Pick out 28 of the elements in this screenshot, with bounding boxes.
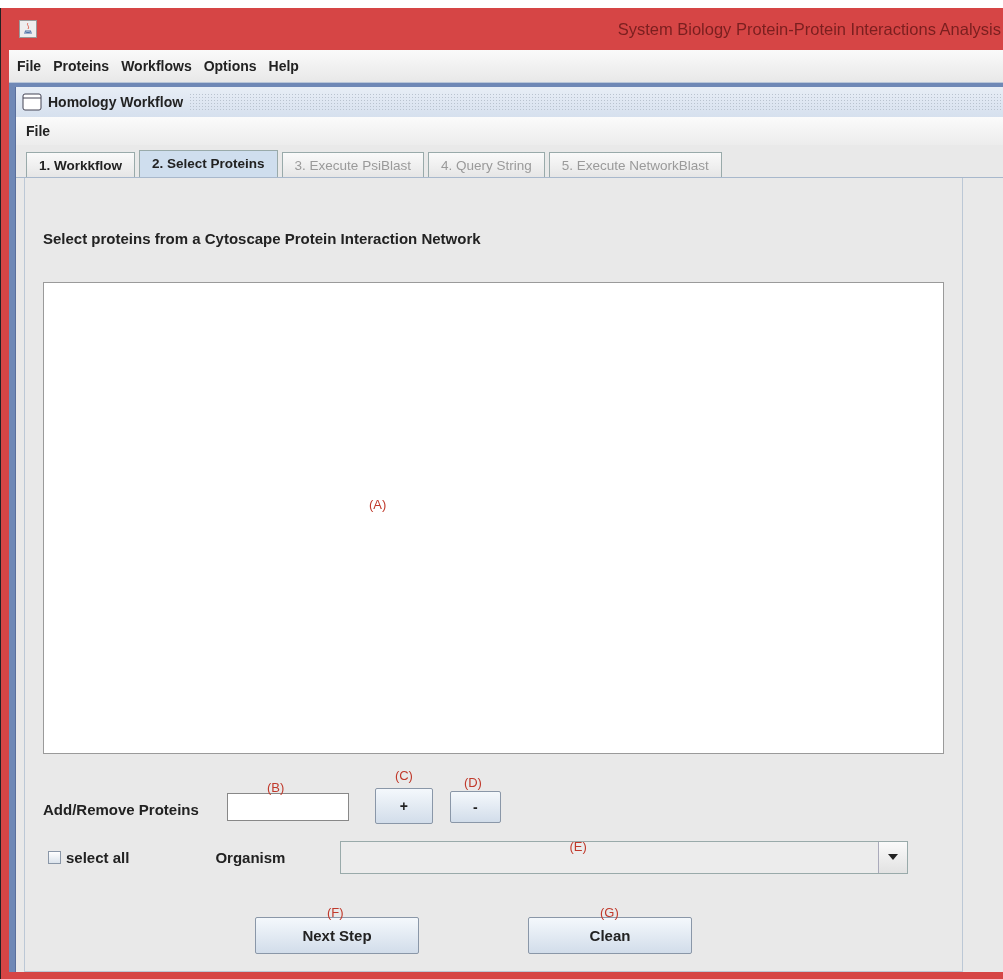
annotation-label: (B) [266,780,285,795]
tab[interactable]: 1. Workkflow [26,152,136,177]
protein-list[interactable]: (A) [43,282,944,754]
organism-label: Organism [215,848,286,866]
window-title: System Biology Protein-Protein Interactions Analysis [617,19,1001,39]
checkbox[interactable] [48,850,61,864]
checkbox-label: select all [66,848,130,866]
menu-item[interactable]: Help [262,56,305,76]
menu-item[interactable]: File [20,121,57,141]
java-app-icon [19,20,37,38]
dropdown-arrow-icon [888,854,899,860]
remove-button[interactable]: - [449,791,501,823]
menu-item[interactable]: File [11,56,48,76]
annotation-label: (A) [369,497,387,512]
add-remove-label: Add/Remove Proteins [43,800,199,818]
menu-item[interactable]: Options [197,56,263,76]
protein-input-field[interactable] [226,793,349,821]
add-button[interactable]: + [374,788,433,824]
annotation-label: (C) [394,768,413,783]
annotation-label: (D) [463,775,482,790]
menu-item[interactable]: Proteins [47,56,116,76]
organism-dropdown[interactable]: (E) [340,840,909,874]
menu-item[interactable]: Workflows [115,56,198,76]
window-icon [22,93,42,111]
annotation-label: (E) [569,838,587,854]
panel-heading: Select proteins from a Cytoscape Protein Interaction Network [43,230,482,249]
frame-title: Homology Workflow [48,94,184,110]
tab[interactable]: 2. Select Proteins [139,150,278,177]
